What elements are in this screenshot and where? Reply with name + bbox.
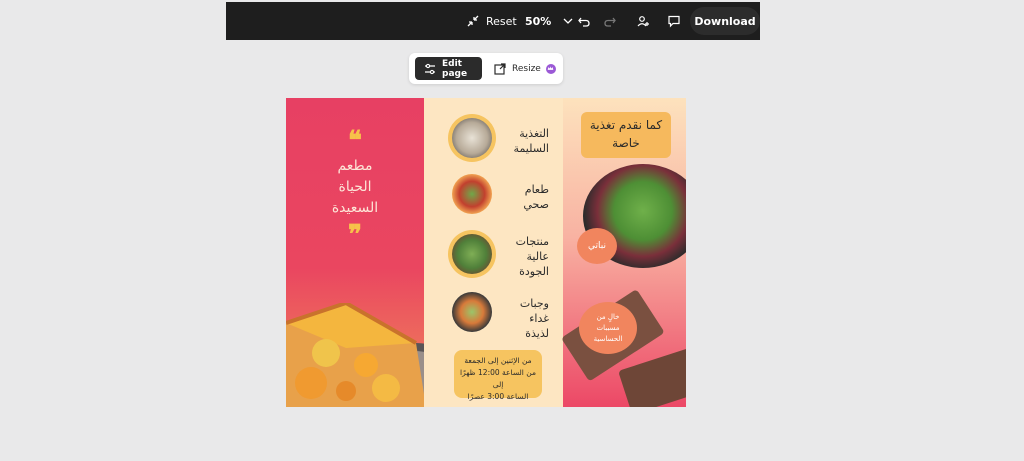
restaurant-name: مطعم الحياة السعيدة: [306, 156, 404, 219]
middle-panel: التغذية السليمة طعام صحي منتجات عالية ال…: [424, 98, 563, 407]
hours-line3: الساعة 3:00 عصرًا: [467, 392, 529, 401]
food-item-label-line1: منتجات: [515, 235, 549, 248]
food-item-quality-products: منتجات عالية الجودة: [424, 226, 563, 286]
food-item-label-line2: صحي: [523, 198, 549, 211]
food-item-label-line2: عالية: [526, 250, 549, 263]
comment-button[interactable]: [667, 2, 681, 40]
restaurant-name-line2: الحياة: [338, 179, 372, 195]
reset-button[interactable]: Reset: [466, 2, 517, 40]
hours-line1: من الإثنين إلى الجمعة: [464, 356, 532, 365]
undo-icon: [577, 14, 591, 28]
lunch-bowl-photo: [452, 292, 492, 332]
food-item-label-line2: السليمة: [513, 142, 549, 155]
food-item-lunch: وجبات غداء لذيذة: [424, 286, 563, 346]
avocado-plate-photo: [452, 234, 492, 274]
share-person-button[interactable]: [636, 2, 650, 40]
resize-icon: [493, 62, 507, 76]
allergen-line1: خالٍ من: [596, 313, 620, 321]
redo-icon: [603, 14, 617, 28]
healthy-plate-photo: [452, 174, 492, 214]
resize-label: Resize: [512, 63, 541, 74]
restaurant-name-line1: مطعم: [337, 158, 373, 174]
close-quote-mark: ❞: [348, 220, 362, 250]
zoom-dropdown[interactable]: 50%: [525, 2, 575, 40]
premium-crown-icon: [545, 63, 556, 74]
sliders-icon: [423, 62, 437, 76]
vegan-badge: نباتي: [577, 228, 617, 264]
food-item-healthy-nutrition: التغذية السليمة: [424, 110, 563, 170]
zoom-value: 50%: [525, 14, 552, 28]
food-item-label-line1: وجبات: [519, 297, 549, 310]
collapse-arrows-icon: [466, 14, 480, 28]
special-nutrition-box: كما نقدم تغذية خاصة: [581, 112, 671, 158]
person-plus-icon: [636, 14, 650, 28]
open-quote-mark: ❝: [348, 126, 362, 156]
pie-photo: [286, 303, 446, 407]
edit-page-button[interactable]: Edit page: [415, 57, 482, 80]
offer-line1: كما نقدم تغذية: [589, 118, 663, 132]
edit-page-label: Edit page: [442, 58, 468, 79]
smoothie-bowl-photo: [452, 118, 492, 158]
reset-label: Reset: [486, 14, 517, 28]
download-button[interactable]: Download: [690, 7, 760, 35]
resize-button[interactable]: Resize: [493, 57, 556, 80]
food-item-label-line3: لذيذة: [525, 327, 549, 340]
allergen-line2: مسببات: [596, 324, 620, 332]
comment-icon: [667, 14, 681, 28]
hours-line2: من الساعة 12:00 ظهرًا إلى: [459, 368, 536, 389]
restaurant-name-line3: السعيدة: [331, 200, 379, 216]
left-panel: ❝ مطعم الحياة السعيدة ❞: [286, 98, 446, 407]
page-actions-toolbar: Edit page Resize: [409, 53, 563, 84]
food-item-healthy-food: طعام صحي: [424, 166, 563, 226]
food-item-label-line1: التغذية: [519, 127, 549, 140]
design-canvas[interactable]: ❝ مطعم الحياة السعيدة ❞ التغذية السليمة …: [286, 98, 686, 407]
allergen-free-badge: خالٍ من مسببات الحساسية: [579, 302, 637, 354]
opening-hours-box: من الإثنين إلى الجمعة من الساعة 12:00 ظه…: [454, 350, 542, 401]
offer-line2: خاصة: [612, 136, 640, 150]
allergen-line3: الحساسية: [593, 335, 623, 343]
food-item-label-line2: غداء: [529, 312, 549, 325]
redo-button[interactable]: [603, 2, 617, 40]
food-item-label-line1: طعام: [524, 183, 549, 196]
undo-button[interactable]: [577, 2, 591, 40]
food-item-label-line3: الجودة: [519, 265, 549, 278]
chevron-down-icon: [561, 14, 575, 28]
right-panel: كما نقدم تغذية خاصة نباتي خالٍ من مسببات…: [561, 98, 686, 407]
top-toolbar: Reset 50% Download: [226, 2, 760, 40]
